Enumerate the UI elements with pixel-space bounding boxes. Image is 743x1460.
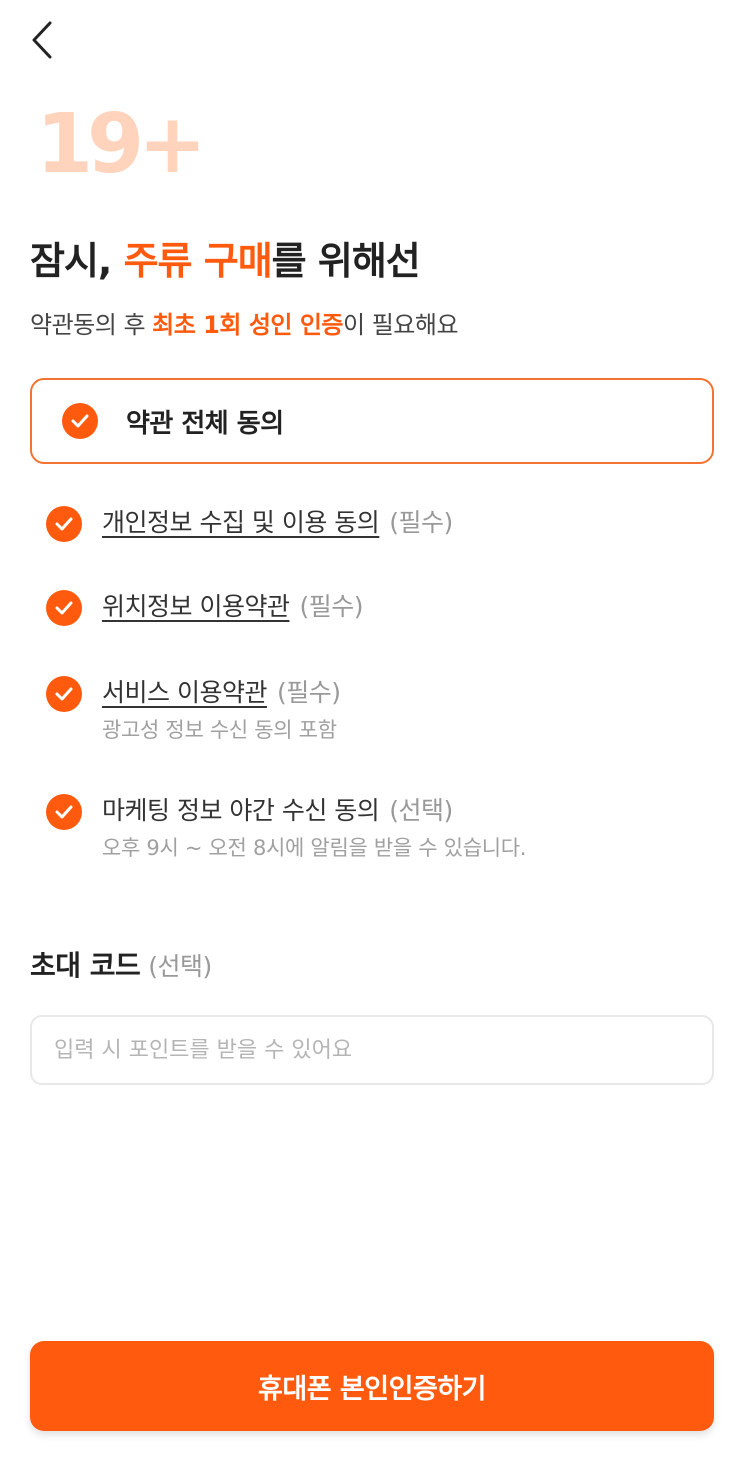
term-required-tag: (필수) <box>389 508 453 537</box>
term-optional-tag: (선택) <box>389 796 453 825</box>
title-accent: 주류 구매 <box>123 239 273 283</box>
subtitle-text-1: 약관동의 후 <box>30 311 153 339</box>
check-circle-icon <box>62 403 98 439</box>
invite-code-label: 초대 코드 <box>30 949 141 982</box>
page-title: 잠시, 주류 구매를 위해선 <box>30 230 421 285</box>
term-item-marketing: 마케팅 정보 야간 수신 동의 (선택) 오후 9시 ~ 오전 8시에 알림을 받… <box>46 794 526 862</box>
check-circle-icon[interactable] <box>46 676 82 712</box>
term-description: 오후 9시 ~ 오전 8시에 알림을 받을 수 있습니다. <box>102 836 527 860</box>
phone-verification-button[interactable]: 휴대폰 본인인증하기 <box>30 1341 714 1431</box>
invite-code-input[interactable] <box>30 1015 714 1085</box>
page-subtitle: 약관동의 후 최초 1회 성인 인증이 필요해요 <box>30 305 459 340</box>
agree-all-checkbox[interactable]: 약관 전체 동의 <box>30 378 714 464</box>
invite-optional-tag: (선택) <box>148 952 212 981</box>
term-required-tag: (필수) <box>299 592 363 621</box>
term-label-marketing[interactable]: 마케팅 정보 야간 수신 동의 <box>102 796 380 825</box>
chevron-left-icon <box>32 21 52 59</box>
agree-all-label: 약관 전체 동의 <box>126 408 284 439</box>
term-item-privacy: 개인정보 수집 및 이용 동의 (필수) <box>46 506 453 542</box>
subtitle-accent: 최초 1회 성인 인증 <box>152 311 343 339</box>
subtitle-text-2: 이 필요해요 <box>343 311 459 339</box>
term-link-privacy[interactable]: 개인정보 수집 및 이용 동의 <box>102 508 380 537</box>
check-circle-icon[interactable] <box>46 794 82 830</box>
invite-code-title: 초대 코드 (선택) <box>30 944 212 984</box>
check-circle-icon[interactable] <box>46 506 82 542</box>
term-description: 광고성 정보 수신 동의 포함 <box>102 718 337 742</box>
title-text-1: 잠시, <box>30 239 124 283</box>
title-text-2: 를 위해선 <box>271 239 421 283</box>
age-19-badge: 19+ <box>36 97 207 192</box>
check-circle-icon[interactable] <box>46 590 82 626</box>
age-verification-page: 19+ 잠시, 주류 구매를 위해선 약관동의 후 최초 1회 성인 인증이 필… <box>0 0 743 1460</box>
back-button[interactable] <box>22 18 62 62</box>
term-item-service: 서비스 이용약관 (필수) 광고성 정보 수신 동의 포함 <box>46 676 341 744</box>
term-link-location[interactable]: 위치정보 이용약관 <box>102 592 290 621</box>
term-link-service[interactable]: 서비스 이용약관 <box>102 678 267 707</box>
term-item-location: 위치정보 이용약관 (필수) <box>46 590 363 626</box>
term-required-tag: (필수) <box>276 678 341 707</box>
